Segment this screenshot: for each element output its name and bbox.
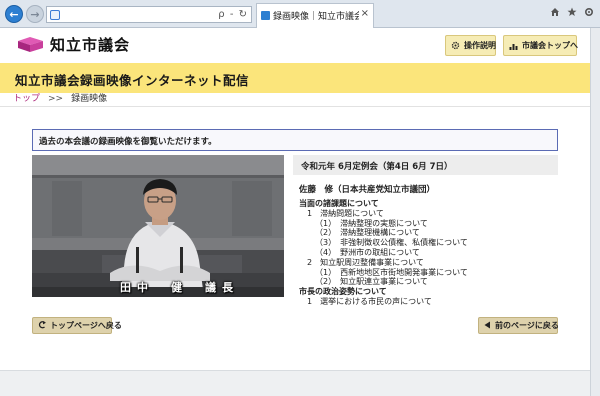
site-name[interactable]: 知立市議会 [50,34,130,55]
gear-icon [451,41,460,50]
browser-status-bar [0,370,590,396]
star-icon[interactable] [567,7,577,17]
agenda-item: 1 選挙における市民の声について [307,296,432,306]
settings-icon[interactable] [584,7,594,17]
breadcrumb-separator: >> [48,94,64,104]
browser-tab[interactable]: 録画映像｜知立市議会イン... × [256,3,374,28]
agenda-list: 当面の諸課題について 1 滞納問題について （1） 滞納整理の実態について （2… [299,199,468,307]
tab-close-icon[interactable]: × [361,8,369,19]
forward-arrow-icon[interactable]: → [26,5,44,23]
address-bar[interactable]: ρ - ↻ [46,6,252,23]
return-arrow-icon [38,320,46,331]
browser-toolbar: ← → ρ - ↻ 録画映像｜知立市議会イン... × [0,0,600,28]
ops-guide-label: 操作説明 [464,41,496,50]
meeting-title: 令和元年 6月定例会（第4日 6月 7日） [293,155,558,175]
agenda-item: 市長の政治姿勢について [299,287,387,297]
notice-box: 過去の本会議の録画映像を御覧いただけます。 [32,129,558,151]
ops-guide-button[interactable]: 操作説明 [445,35,496,56]
agenda-item: （3） 非強制徴収公債権、私債権について [315,238,468,248]
agenda-item: 当面の諸課題について [299,199,379,208]
speaker-name: 佐藤 修（日本共産党知立市議団） [299,185,436,195]
breadcrumb-current: 録画映像 [71,94,108,104]
vertical-scrollbar[interactable] [590,28,600,396]
council-top-label: 市議会トップへ [522,41,578,50]
address-tools[interactable]: ρ - ↻ [218,7,248,22]
page-viewport: 知立市議会 操作説明 市議会トップへ 知立市議会録画映像インターネット配信 トッ… [0,28,590,386]
agenda-item: （2） 滞納整理機構について [315,228,420,238]
site-favicon-icon [50,10,60,20]
agenda-item: 2 知立駅周辺整備事業について [307,257,424,267]
video-caption: 田中 健 議長 [120,281,239,294]
back-to-previous-label: 前のページに戻る [495,321,559,330]
agenda-item: （1） 西新地地区市街地開発事業について [315,267,468,277]
breadcrumb-divider [0,106,590,107]
people-icon [509,41,518,50]
page-title: 知立市議会録画映像インターネット配信 [15,73,250,88]
left-triangle-icon [484,321,491,331]
video-frame-image [32,155,284,297]
agenda-item: （2） 知立駅連立事業について [315,277,428,287]
back-to-top-label: トップページへ戻る [50,321,122,330]
site-header: 知立市議会 操作説明 市議会トップへ [0,28,590,61]
title-band: 知立市議会録画映像インターネット配信 [0,63,590,93]
video-player[interactable]: 田中 健 議長 [32,155,284,297]
agenda-item: 1 滞納問題について [307,208,384,218]
tab-title: 録画映像｜知立市議会イン... [273,12,359,22]
back-arrow-icon[interactable]: ← [5,5,23,23]
breadcrumb: トップ >> 録画映像 [13,91,107,104]
breadcrumb-home-link[interactable]: トップ [13,94,40,104]
tab-favicon-icon [261,11,270,20]
back-to-top-button[interactable]: トップページへ戻る [32,317,122,334]
council-top-button[interactable]: 市議会トップへ [503,35,578,56]
agenda-item: （1） 滞納整理の実態について [315,218,428,228]
council-logo-icon [17,36,44,53]
agenda-item: （4） 野洲市の取組について [315,247,420,257]
home-icon[interactable] [550,7,560,17]
back-to-previous-button[interactable]: 前のページに戻る [478,317,559,334]
